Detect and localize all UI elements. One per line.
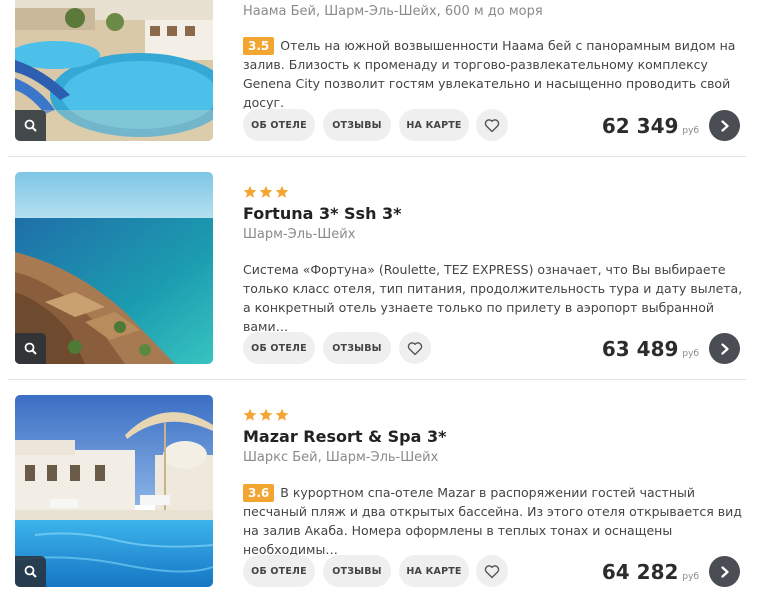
hotel-description: 3.5 Отель на южной возвышенности Наама бе… xyxy=(243,36,743,112)
star-icon xyxy=(259,185,273,198)
zoom-button[interactable] xyxy=(15,333,46,364)
description-text: Отель на южной возвышенности Наама бей с… xyxy=(243,38,736,110)
hotel-card: Наама Бей, Шарм-Эль-Шейх, 600 м до моря … xyxy=(0,0,763,157)
heart-icon xyxy=(484,118,500,132)
favorite-button[interactable] xyxy=(476,555,508,587)
star-rating xyxy=(243,185,289,199)
show-on-map-button[interactable]: НА КАРТЕ xyxy=(399,555,469,587)
chevron-right-icon xyxy=(720,342,729,355)
zoom-button[interactable] xyxy=(15,556,46,587)
go-to-hotel-button[interactable] xyxy=(709,333,740,364)
price: 64 282 руб xyxy=(602,560,699,584)
rating-badge: 3.6 xyxy=(243,484,275,502)
search-icon xyxy=(24,565,37,578)
price-amount: 63 489 xyxy=(601,337,679,361)
about-hotel-button[interactable]: ОБ ОТЕЛЕ xyxy=(243,332,315,364)
search-icon xyxy=(24,342,37,355)
description-text: Система «Фортуна» (Roulette, TEZ EXPRESS… xyxy=(243,262,743,334)
go-to-hotel-button[interactable] xyxy=(709,556,740,587)
favorite-button[interactable] xyxy=(399,332,431,364)
about-hotel-button[interactable]: ОБ ОТЕЛЕ xyxy=(243,109,315,141)
hotel-photo[interactable] xyxy=(15,0,213,141)
star-icon xyxy=(275,185,289,198)
hotel-name[interactable]: Fortuna 3* Ssh 3* xyxy=(243,204,402,223)
hotel-description: 3.6 В курортном спа-отеле Mazar в распоря… xyxy=(243,483,743,559)
price-amount: 64 282 xyxy=(601,560,679,584)
hotel-card: Mazar Resort & Spa 3* Шаркс Бей, Шарм-Эл… xyxy=(0,380,763,595)
price: 62 349 руб xyxy=(602,114,699,138)
reviews-button[interactable]: ОТЗЫВЫ xyxy=(323,109,391,141)
favorite-button[interactable] xyxy=(476,109,508,141)
show-on-map-button[interactable]: НА КАРТЕ xyxy=(399,109,469,141)
heart-icon xyxy=(407,341,423,355)
hotel-photo[interactable] xyxy=(15,172,213,364)
chevron-right-icon xyxy=(720,119,729,132)
rating-badge: 3.5 xyxy=(243,37,275,55)
price-currency: руб xyxy=(682,126,699,136)
hotel-card: Fortuna 3* Ssh 3* Шарм-Эль-Шейх Система … xyxy=(0,157,763,380)
hotel-location: Наама Бей, Шарм-Эль-Шейх, 600 м до моря xyxy=(243,4,543,19)
go-to-hotel-button[interactable] xyxy=(709,110,740,141)
star-rating xyxy=(243,408,289,422)
description-text: В курортном спа-отеле Mazar в распоряжен… xyxy=(243,485,742,557)
reviews-button[interactable]: ОТЗЫВЫ xyxy=(323,555,391,587)
search-icon xyxy=(24,119,37,132)
zoom-button[interactable] xyxy=(15,110,46,141)
reviews-button[interactable]: ОТЗЫВЫ xyxy=(323,332,391,364)
hotel-name[interactable]: Mazar Resort & Spa 3* xyxy=(243,427,446,446)
price: 63 489 руб xyxy=(602,337,699,361)
price-amount: 62 349 xyxy=(601,114,679,138)
star-icon xyxy=(259,408,273,421)
star-icon xyxy=(243,185,257,198)
star-icon xyxy=(243,408,257,421)
star-icon xyxy=(275,408,289,421)
hotel-description: Система «Фортуна» (Roulette, TEZ EXPRESS… xyxy=(243,260,743,336)
heart-icon xyxy=(484,564,500,578)
hotel-photo[interactable] xyxy=(15,395,213,587)
about-hotel-button[interactable]: ОБ ОТЕЛЕ xyxy=(243,555,315,587)
chevron-right-icon xyxy=(720,565,729,578)
price-currency: руб xyxy=(682,572,699,582)
hotel-location: Шарм-Эль-Шейх xyxy=(243,227,356,242)
hotel-location: Шаркс Бей, Шарм-Эль-Шейх xyxy=(243,450,439,465)
price-currency: руб xyxy=(682,349,699,359)
